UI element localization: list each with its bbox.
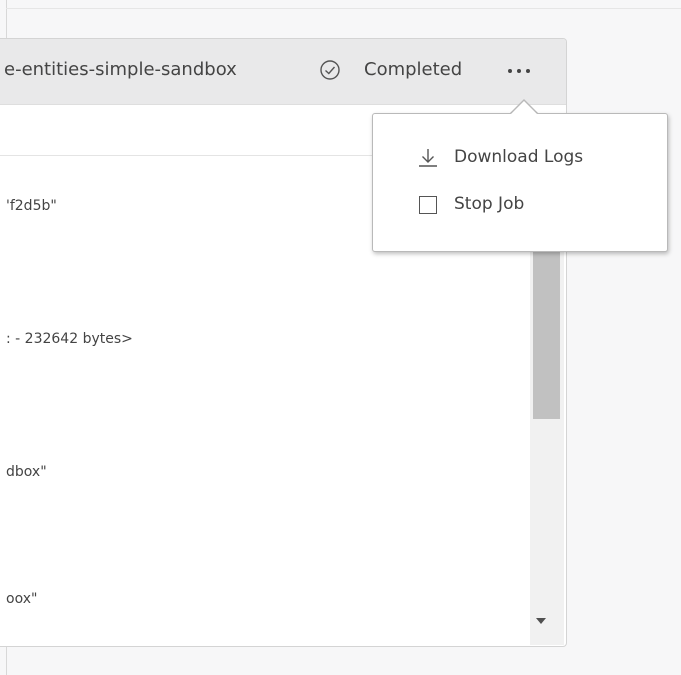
download-icon xyxy=(419,149,437,167)
check-circle-icon xyxy=(320,60,340,80)
more-dot xyxy=(508,69,512,73)
top-divider xyxy=(6,8,681,9)
job-actions-menu: Download Logs Stop Job xyxy=(372,113,668,252)
checkbox-icon xyxy=(419,196,437,214)
more-dot xyxy=(526,69,530,73)
page: e-entities-simple-sandbox Completed 'f2d… xyxy=(0,0,681,675)
scrollbar-thumb[interactable] xyxy=(533,251,560,419)
log-line: dbox" xyxy=(6,464,47,480)
log-line: oox" xyxy=(6,591,38,607)
menu-pointer-fill xyxy=(511,101,537,114)
more-dot xyxy=(517,69,521,73)
log-line: 'f2d5b" xyxy=(6,198,57,214)
job-title: e-entities-simple-sandbox xyxy=(4,59,237,80)
log-line: : - 232642 bytes> xyxy=(6,331,133,347)
stop-job-label: Stop Job xyxy=(454,194,525,214)
download-logs-label: Download Logs xyxy=(454,147,584,167)
job-header: e-entities-simple-sandbox Completed xyxy=(0,39,566,105)
status-label: Completed xyxy=(364,59,463,80)
more-options-button[interactable] xyxy=(500,57,540,83)
scroll-down-arrow-icon[interactable] xyxy=(536,618,546,624)
